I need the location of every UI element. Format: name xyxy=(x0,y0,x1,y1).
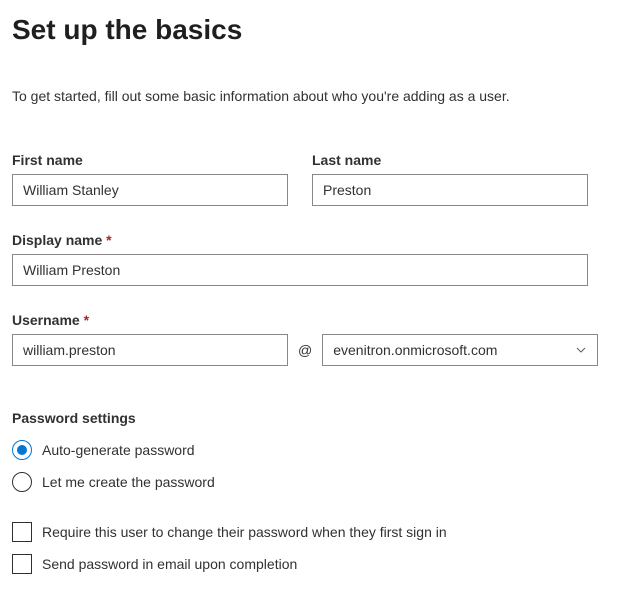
require-change-option[interactable]: Require this user to change their passwo… xyxy=(12,522,614,542)
first-name-label: First name xyxy=(12,152,288,168)
send-email-label: Send password in email upon completion xyxy=(42,556,297,572)
domain-select[interactable]: evenitron.onmicrosoft.com xyxy=(322,334,598,366)
first-name-field: First name xyxy=(12,152,288,206)
auto-generate-option[interactable]: Auto-generate password xyxy=(12,440,614,460)
manual-password-label: Let me create the password xyxy=(42,474,215,490)
last-name-label: Last name xyxy=(312,152,588,168)
required-marker: * xyxy=(84,312,89,328)
page-title: Set up the basics xyxy=(12,14,614,46)
password-settings-section: Password settings Auto-generate password… xyxy=(12,410,614,574)
username-input[interactable] xyxy=(12,334,288,366)
display-name-label: Display name * xyxy=(12,232,588,248)
send-email-checkbox[interactable] xyxy=(12,554,32,574)
manual-password-option[interactable]: Let me create the password xyxy=(12,472,614,492)
display-name-input[interactable] xyxy=(12,254,588,286)
chevron-down-icon xyxy=(575,344,587,356)
display-name-field: Display name * xyxy=(12,232,588,286)
first-name-input[interactable] xyxy=(12,174,288,206)
last-name-input[interactable] xyxy=(312,174,588,206)
required-marker: * xyxy=(106,232,111,248)
domain-selected-value: evenitron.onmicrosoft.com xyxy=(333,342,497,358)
auto-generate-radio[interactable] xyxy=(12,440,32,460)
auto-generate-label: Auto-generate password xyxy=(42,442,195,458)
username-field: Username * @ evenitron.onmicrosoft.com xyxy=(12,312,614,410)
require-change-checkbox[interactable] xyxy=(12,522,32,542)
password-settings-label: Password settings xyxy=(12,410,614,426)
require-change-label: Require this user to change their passwo… xyxy=(42,524,447,540)
send-email-option[interactable]: Send password in email upon completion xyxy=(12,554,614,574)
username-label: Username * xyxy=(12,312,614,328)
at-symbol: @ xyxy=(298,342,312,358)
last-name-field: Last name xyxy=(312,152,588,206)
manual-password-radio[interactable] xyxy=(12,472,32,492)
intro-text: To get started, fill out some basic info… xyxy=(12,88,614,104)
